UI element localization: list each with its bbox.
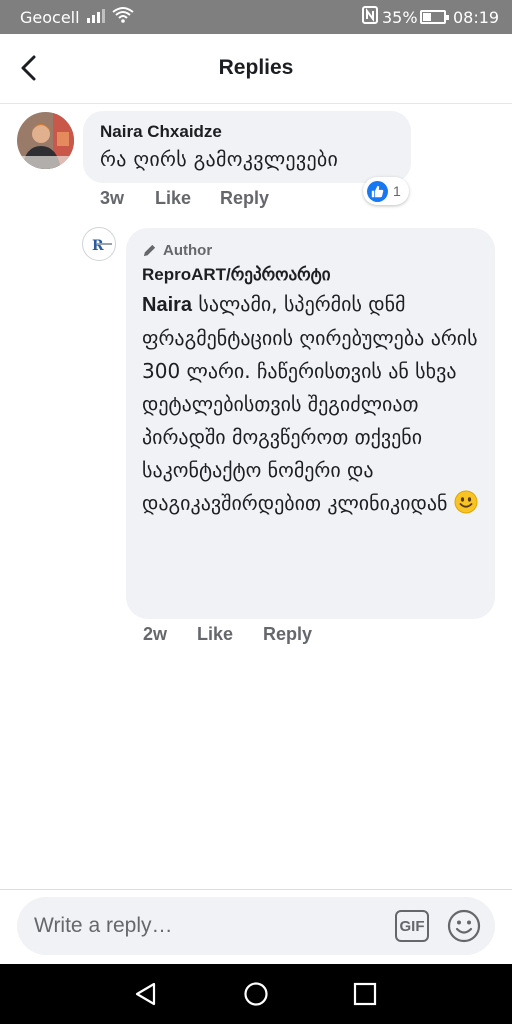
- reply-text: Naira სალამი, სპერმის დნმ ფრაგმენტაციის …: [142, 288, 482, 520]
- reply-reply-button[interactable]: Reply: [263, 624, 312, 645]
- gif-button[interactable]: GIF: [395, 910, 429, 942]
- comment-author[interactable]: Naira Chxaidze: [100, 122, 411, 142]
- author-badge-label: Author: [163, 241, 213, 259]
- reply-body: სალამი, სპერმის დნმ ფრაგმენტაციის ღირებუ…: [142, 292, 478, 515]
- nav-back-button[interactable]: [132, 980, 160, 1008]
- clock: 08:19: [453, 8, 500, 27]
- wifi-icon: [112, 6, 134, 28]
- reply-bubble[interactable]: Author ReproART/რეპროარტი Naira სალამი, …: [126, 228, 495, 619]
- carrier-name: Geocell: [20, 8, 80, 27]
- battery-icon: [420, 10, 449, 24]
- mention-link[interactable]: Naira: [142, 294, 192, 316]
- like-button[interactable]: Like: [155, 188, 191, 209]
- nfc-icon: [362, 6, 378, 28]
- reaction-count[interactable]: 1: [363, 177, 409, 205]
- reply-time: 2w: [143, 624, 168, 644]
- reaction-number: 1: [393, 183, 401, 199]
- page-title: Replies: [218, 56, 294, 79]
- nav-home-button[interactable]: [242, 980, 270, 1008]
- battery-percent: 35%: [382, 8, 418, 27]
- reply-button[interactable]: Reply: [220, 188, 269, 209]
- header: Replies: [0, 34, 512, 104]
- reply-actions: 2w Like Reply: [0, 624, 512, 648]
- comment-time: 3w: [100, 188, 125, 208]
- signal-icon: [87, 9, 105, 23]
- triangle-back-icon: [135, 982, 156, 1006]
- avatar[interactable]: [17, 112, 74, 169]
- comment-text: რა ღირს გამოკვლევები: [100, 147, 339, 171]
- thumbs-up-icon: [367, 180, 388, 202]
- status-bar: Geocell 35% 08:19: [0, 0, 512, 34]
- emoji-button[interactable]: [447, 909, 481, 943]
- nav-recents-button[interactable]: [351, 980, 379, 1008]
- page-avatar[interactable]: R: [82, 227, 116, 261]
- reply-author[interactable]: ReproART/რეპროარტი: [142, 265, 495, 285]
- comment-actions: 3w Like Reply: [0, 188, 512, 212]
- navigation-bar: [0, 964, 512, 1024]
- comment-bubble[interactable]: Naira Chxaidze რა ღირს გამოკვლევები: [83, 111, 411, 183]
- author-badge: Author: [142, 240, 495, 260]
- square-recents-icon: [353, 982, 377, 1006]
- smiley-icon: [454, 490, 478, 514]
- circle-home-icon: [244, 982, 268, 1006]
- svg-text:R: R: [92, 238, 104, 254]
- reply-like-button[interactable]: Like: [197, 624, 233, 645]
- smiley-icon: [447, 909, 481, 943]
- pencil-icon: [143, 244, 156, 256]
